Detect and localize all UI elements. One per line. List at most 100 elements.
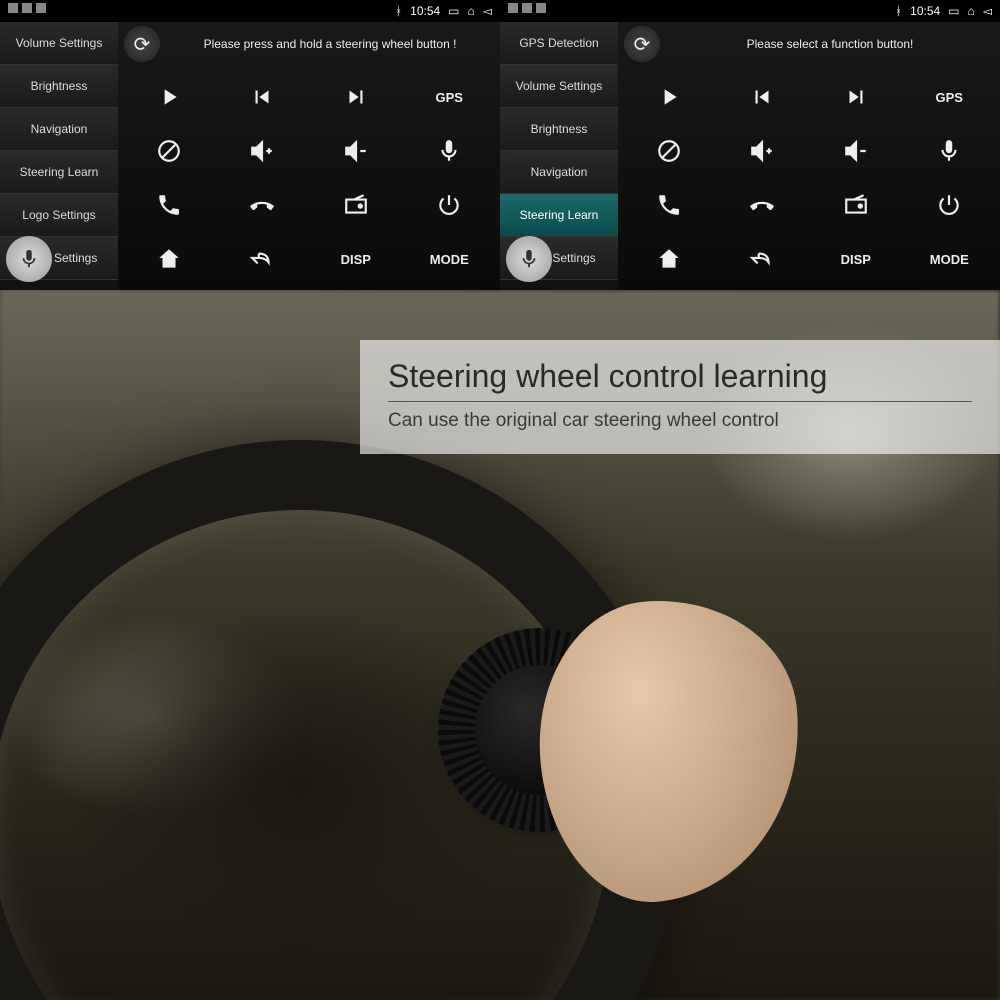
power-button[interactable] — [403, 178, 497, 232]
sidebar-item-label: Volume Settings — [16, 36, 103, 50]
vol-up-icon — [749, 138, 775, 164]
sidebar-item-label: Volume Settings — [516, 79, 603, 93]
play-icon — [156, 84, 182, 110]
radio-icon — [343, 192, 369, 218]
screen-left: ᚼ 10:54 ▭ ⌂ ◅ Volume Settings Brightness… — [0, 0, 500, 290]
gps-button[interactable]: GPS — [903, 70, 997, 124]
call-button[interactable] — [122, 178, 216, 232]
refresh-button[interactable]: ⟳ — [624, 26, 660, 62]
prev-icon — [249, 84, 275, 110]
play-button[interactable] — [622, 70, 716, 124]
sidebar-item-label: Brightness — [31, 79, 88, 93]
mic-icon — [518, 248, 540, 270]
prev-icon — [749, 84, 775, 110]
disp-button[interactable]: DISP — [309, 232, 403, 286]
home-button[interactable] — [622, 232, 716, 286]
notif-icon — [522, 3, 532, 13]
clock: 10:54 — [410, 4, 440, 18]
vol-up-button[interactable] — [716, 124, 810, 178]
sidebar-item-brightness[interactable]: Brightness — [0, 65, 118, 108]
vol-up-button[interactable] — [216, 124, 310, 178]
mute-icon — [156, 138, 182, 164]
prev-button[interactable] — [716, 70, 810, 124]
back-icon — [749, 246, 775, 272]
home-icon[interactable]: ⌂ — [968, 4, 975, 18]
notif-icon — [22, 3, 32, 13]
notif-icon — [36, 3, 46, 13]
sidebar-item-label: Steering Learn — [20, 165, 99, 179]
mic-overlay-button[interactable] — [6, 236, 52, 282]
sidebar-item-label: Brightness — [531, 122, 588, 136]
mic-icon — [18, 248, 40, 270]
home-icon — [156, 246, 182, 272]
sidebar-item-navigation[interactable]: Navigation — [0, 108, 118, 151]
sidebar-item-brightness[interactable]: Brightness — [500, 108, 618, 151]
gps-label: GPS — [436, 90, 463, 105]
status-bar: ᚼ 10:54 ▭ ⌂ ◅ — [500, 0, 1000, 22]
sidebar-item-label: Logo Settings — [22, 208, 95, 222]
mic-icon — [936, 138, 962, 164]
power-icon — [436, 192, 462, 218]
home-icon — [656, 246, 682, 272]
back-icon[interactable]: ◅ — [983, 4, 992, 18]
clock: 10:54 — [910, 4, 940, 18]
radio-button[interactable] — [309, 178, 403, 232]
gps-button[interactable]: GPS — [403, 70, 497, 124]
sidebar-item-volume[interactable]: Volume Settings — [500, 65, 618, 108]
power-button[interactable] — [903, 178, 997, 232]
disp-label: DISP — [341, 252, 371, 267]
screen-right: ᚼ 10:54 ▭ ⌂ ◅ GPS Detection Volume Setti… — [500, 0, 1000, 290]
sidebar-item-label: GPS Detection — [519, 36, 598, 50]
vol-down-icon — [843, 138, 869, 164]
sidebar-item-steering-learn[interactable]: Steering Learn — [500, 194, 618, 237]
hangup-icon — [749, 192, 775, 218]
mute-button[interactable] — [622, 124, 716, 178]
refresh-icon: ⟳ — [634, 32, 651, 57]
recent-apps-icon[interactable]: ▭ — [448, 4, 459, 18]
vol-up-icon — [249, 138, 275, 164]
mode-label: MODE — [930, 252, 969, 267]
mic-overlay-button[interactable] — [506, 236, 552, 282]
radio-button[interactable] — [809, 178, 903, 232]
back-icon[interactable]: ◅ — [483, 4, 492, 18]
prev-button[interactable] — [216, 70, 310, 124]
mic-button[interactable] — [903, 124, 997, 178]
sidebar-item-navigation[interactable]: Navigation — [500, 151, 618, 194]
mute-button[interactable] — [122, 124, 216, 178]
refresh-button[interactable]: ⟳ — [124, 26, 160, 62]
caption-title: Steering wheel control learning — [388, 358, 972, 402]
mode-button[interactable]: MODE — [903, 232, 997, 286]
sidebar-item-logo[interactable]: Logo Settings — [0, 194, 118, 237]
mic-button[interactable] — [403, 124, 497, 178]
notif-icon — [8, 3, 18, 13]
sidebar-item-gps-detection[interactable]: GPS Detection — [500, 22, 618, 65]
call-button[interactable] — [622, 178, 716, 232]
main-panel: ⟳ Please select a function button! GPS — [618, 22, 1000, 290]
promo-photo: Steering wheel control learning Can use … — [0, 290, 1000, 1000]
back-button[interactable] — [716, 232, 810, 286]
status-bar: ᚼ 10:54 ▭ ⌂ ◅ — [0, 0, 500, 22]
bluetooth-icon: ᚼ — [395, 4, 402, 18]
recent-apps-icon[interactable]: ▭ — [948, 4, 959, 18]
caption-box: Steering wheel control learning Can use … — [360, 340, 1000, 454]
next-button[interactable] — [309, 70, 403, 124]
sidebar-item-steering-learn[interactable]: Steering Learn — [0, 151, 118, 194]
hangup-button[interactable] — [716, 178, 810, 232]
back-button[interactable] — [216, 232, 310, 286]
instruction-text: Please press and hold a steering wheel b… — [166, 37, 494, 51]
disp-button[interactable]: DISP — [809, 232, 903, 286]
vol-down-button[interactable] — [809, 124, 903, 178]
refresh-icon: ⟳ — [134, 32, 151, 57]
mode-button[interactable]: MODE — [403, 232, 497, 286]
caption-subtitle: Can use the original car steering wheel … — [388, 410, 972, 432]
sidebar-item-label: Navigation — [31, 122, 88, 136]
hangup-button[interactable] — [216, 178, 310, 232]
next-button[interactable] — [809, 70, 903, 124]
play-button[interactable] — [122, 70, 216, 124]
home-icon[interactable]: ⌂ — [468, 4, 475, 18]
sidebar-item-volume[interactable]: Volume Settings — [0, 22, 118, 65]
vol-down-button[interactable] — [309, 124, 403, 178]
home-button[interactable] — [122, 232, 216, 286]
main-panel: ⟳ Please press and hold a steering wheel… — [118, 22, 500, 290]
next-icon — [843, 84, 869, 110]
